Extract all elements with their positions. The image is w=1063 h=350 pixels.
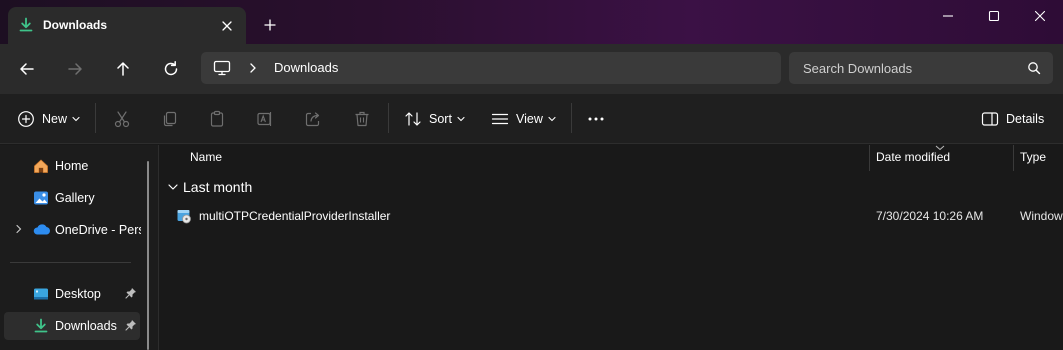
group-label: Last month (183, 179, 253, 195)
chevron-down-icon (457, 115, 465, 123)
search-icon[interactable] (1027, 61, 1041, 75)
download-icon (33, 318, 49, 334)
details-pane-icon (981, 110, 999, 128)
search-input[interactable] (789, 52, 1019, 84)
group-header-last-month[interactable]: Last month (167, 179, 252, 195)
sidebar-item-gallery[interactable]: Gallery (4, 184, 140, 212)
sidebar-item-onedrive[interactable]: OneDrive - Personal (4, 216, 141, 244)
more-icon[interactable] (586, 109, 606, 129)
breadcrumb-downloads[interactable]: Downloads (274, 60, 338, 75)
pin-icon[interactable] (125, 319, 137, 331)
toolbar-divider (571, 103, 572, 133)
sidebar-divider (10, 262, 131, 263)
rename-icon[interactable] (255, 109, 275, 129)
cut-icon[interactable] (112, 109, 132, 129)
sidebar-scrollbar[interactable] (147, 161, 149, 350)
chevron-down-icon[interactable] (167, 181, 179, 193)
up-arrow-icon[interactable] (113, 59, 133, 79)
details-button-label: Details (1006, 112, 1045, 126)
desktop-icon (33, 286, 49, 302)
toolbar-divider (95, 103, 96, 133)
new-tab-icon[interactable] (262, 17, 278, 33)
file-type: Windows Installer Package (1020, 209, 1063, 223)
chevron-right-icon[interactable] (14, 224, 24, 234)
back-arrow-icon[interactable] (17, 59, 37, 79)
toolbar-divider (388, 103, 389, 133)
navigation-pane: Home Gallery OneDrive - Personal (0, 145, 158, 350)
navigation-bar: Downloads (0, 44, 1063, 94)
refresh-icon[interactable] (161, 59, 181, 79)
delete-icon[interactable] (352, 109, 372, 129)
home-icon (33, 158, 49, 174)
column-divider[interactable] (1013, 145, 1014, 171)
pin-icon[interactable] (125, 287, 137, 299)
command-bar: New Sort View Details (0, 94, 1063, 144)
column-divider[interactable] (869, 145, 870, 171)
details-button[interactable]: Details (981, 94, 1044, 144)
view-button-label: View (516, 112, 543, 126)
copy-icon[interactable] (160, 109, 180, 129)
search-box[interactable] (789, 52, 1053, 84)
chevron-down-icon (72, 115, 80, 123)
view-list-icon (491, 110, 509, 128)
column-header-name[interactable]: Name (190, 150, 222, 164)
maximize-icon[interactable] (986, 8, 1002, 24)
chevron-right-icon[interactable] (247, 62, 259, 74)
installer-icon (176, 208, 192, 224)
column-header-type[interactable]: Type (1020, 150, 1046, 164)
file-list: Name Date modified Type Last month multi… (159, 145, 1063, 350)
share-icon[interactable] (303, 109, 323, 129)
paste-icon[interactable] (207, 109, 227, 129)
sidebar-item-downloads[interactable]: Downloads (4, 312, 140, 340)
sidebar-item-label: Home (55, 159, 89, 173)
tab-downloads[interactable]: Downloads (8, 7, 246, 44)
title-bar: Downloads (0, 0, 1063, 44)
close-icon[interactable] (1032, 8, 1048, 24)
address-bar[interactable]: Downloads (201, 52, 781, 84)
onedrive-icon (33, 222, 51, 236)
view-button[interactable]: View (491, 94, 556, 144)
minimize-icon[interactable] (940, 8, 956, 24)
sidebar-item-label: OneDrive - Personal (55, 223, 141, 237)
close-tab-icon[interactable] (219, 18, 235, 34)
computer-icon[interactable] (213, 60, 231, 76)
forward-arrow-icon[interactable] (65, 59, 85, 79)
file-date-modified: 7/30/2024 10:26 AM (876, 209, 984, 223)
sort-button-label: Sort (429, 112, 452, 126)
sort-icon (404, 110, 422, 128)
chevron-down-icon (548, 115, 556, 123)
new-button-label: New (42, 112, 68, 126)
tab-title: Downloads (43, 18, 108, 32)
gallery-icon (33, 190, 49, 206)
sort-button[interactable]: Sort (404, 94, 465, 144)
plus-circle-icon (17, 110, 35, 128)
file-row[interactable]: multiOTPCredentialProviderInstaller 7/30… (159, 205, 1063, 227)
download-icon (18, 17, 34, 33)
sidebar-item-desktop[interactable]: Desktop (4, 280, 140, 308)
sidebar-item-home[interactable]: Home (4, 152, 140, 180)
file-name: multiOTPCredentialProviderInstaller (199, 209, 391, 223)
column-header-date-modified[interactable]: Date modified (876, 150, 950, 164)
sidebar-item-label: Gallery (55, 191, 95, 205)
new-button[interactable]: New (17, 94, 80, 144)
